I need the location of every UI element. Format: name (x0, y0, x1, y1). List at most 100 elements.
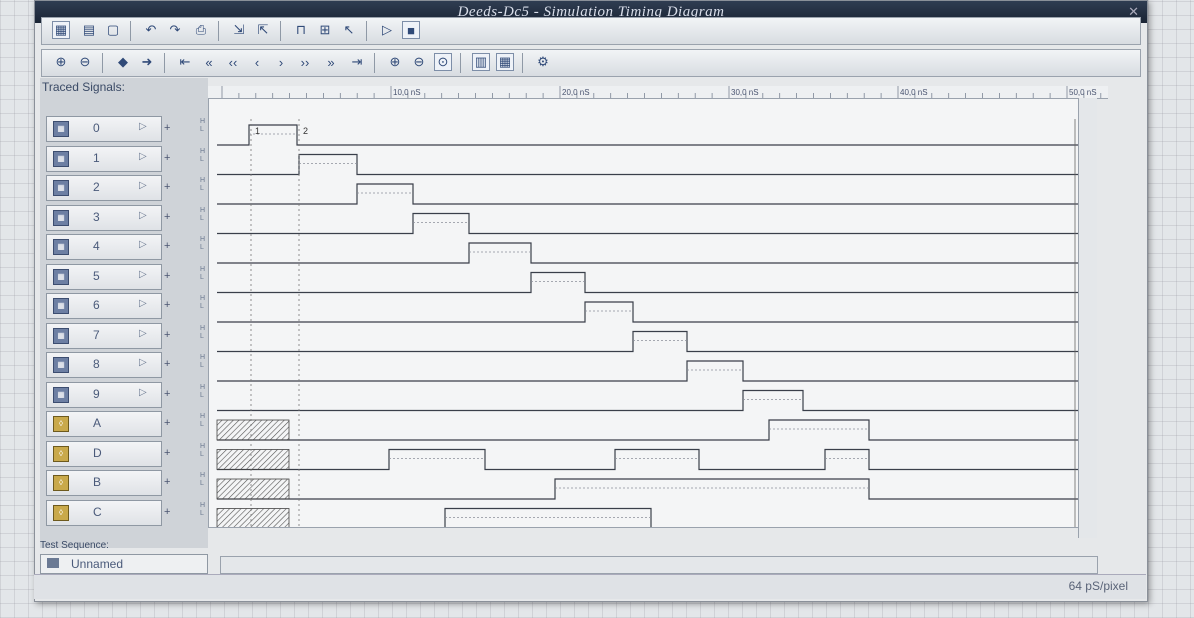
play-signal-icon[interactable]: ▷ (139, 239, 147, 250)
level-labels: HL (200, 384, 205, 400)
signal-row[interactable]: ▦ 1 ▷ (46, 145, 162, 172)
horizontal-scrollbar[interactable] (220, 556, 1098, 574)
grid-icon[interactable]: ▥ (472, 53, 490, 71)
import-icon[interactable]: ⇲ (230, 21, 248, 39)
expand-icon[interactable]: + (164, 299, 170, 311)
signal-name: 9 (93, 386, 100, 401)
stop-icon[interactable]: ■ (402, 21, 420, 39)
step-back-icon[interactable]: ‹ (248, 53, 266, 71)
rewind-icon[interactable]: ‹‹ (224, 53, 242, 71)
play-signal-icon[interactable]: ▷ (139, 269, 147, 280)
level-labels: HL (200, 472, 205, 488)
forward-icon[interactable]: ›› (296, 53, 314, 71)
test-sequence-field[interactable]: Unnamed (40, 554, 208, 574)
level-labels: HL (200, 118, 205, 134)
zoom-out-icon[interactable]: ⊖ (410, 53, 428, 71)
open-icon[interactable]: ▤ (80, 21, 98, 39)
signal-row[interactable]: ▦ 3 ▷ (46, 204, 162, 231)
remove-signal-icon[interactable]: ⊖ (76, 53, 94, 71)
high-label: H (200, 295, 206, 302)
play-signal-icon[interactable]: ▷ (139, 121, 147, 132)
signal-icon[interactable]: ⊓ (292, 21, 310, 39)
zoom-fit-icon[interactable]: ⊙ (434, 53, 452, 71)
level-labels: HL (200, 266, 205, 282)
right-arrow-icon[interactable]: ➜ (138, 53, 156, 71)
signal-row[interactable]: ▦ 9 ▷ (46, 381, 162, 408)
status-bar: 64 pS/pixel (34, 574, 1146, 599)
expand-icon[interactable]: + (164, 181, 170, 193)
signal-row[interactable]: ▦ 5 ▷ (46, 263, 162, 290)
vertical-scrollbar[interactable] (1078, 98, 1097, 538)
last-icon[interactable]: ⇥ (348, 53, 366, 71)
waveform-5 (217, 271, 1079, 294)
signal-row[interactable]: ◊ B (46, 470, 162, 496)
waveform-1 (217, 153, 1079, 176)
signal-row[interactable]: ▦ 7 ▷ (46, 322, 162, 349)
low-label: L (200, 273, 204, 281)
waveform-area[interactable]: 12 (208, 98, 1080, 530)
play-signal-icon[interactable]: ▷ (139, 387, 147, 398)
input-signal-icon: ▦ (53, 386, 69, 403)
signal-row[interactable]: ◊ D (46, 440, 162, 467)
expand-icon[interactable]: + (164, 122, 170, 134)
play-signal-icon[interactable]: ▷ (139, 210, 147, 221)
redo-icon[interactable]: ↷ (166, 21, 184, 39)
signal-row[interactable]: ▦ 4 ▷ (46, 234, 162, 260)
play-signal-icon[interactable]: ▷ (139, 298, 147, 309)
settings-icon[interactable]: ⚙ (534, 53, 552, 71)
expand-icon[interactable]: + (164, 358, 170, 370)
input-signal-icon: ▦ (53, 298, 69, 314)
signal-row[interactable]: ▦ 8 ▷ (46, 352, 162, 378)
traced-signals-label: Traced Signals: (42, 80, 125, 94)
play-signal-icon[interactable]: ▷ (139, 357, 147, 368)
rewind-fast-icon[interactable]: « (200, 53, 218, 71)
step-forward-icon[interactable]: › (272, 53, 290, 71)
expand-icon[interactable]: + (164, 270, 170, 282)
expand-icon[interactable]: + (164, 506, 170, 518)
expand-icon[interactable]: + (164, 476, 170, 488)
signal-row[interactable]: ◊ A (46, 411, 162, 437)
input-signal-icon: ▦ (53, 150, 69, 167)
save-icon[interactable]: ▢ (104, 21, 122, 39)
expand-icon[interactable]: + (164, 329, 170, 341)
signal-name: 7 (93, 327, 100, 342)
export-icon[interactable]: ⇱ (254, 21, 272, 39)
signal-row[interactable]: ▦ 6 ▷ (46, 293, 162, 319)
pointer-icon[interactable]: ↖ (340, 21, 358, 39)
expand-icon[interactable]: + (164, 211, 170, 223)
zoom-in-icon[interactable]: ⊕ (386, 53, 404, 71)
signal-name: 0 (93, 121, 100, 135)
scale-readout: 64 pS/pixel (1068, 579, 1128, 593)
expand-icon[interactable]: + (164, 417, 170, 429)
signal-row[interactable]: ◊ C (46, 499, 162, 526)
new-icon[interactable]: ▦ (52, 21, 70, 39)
waveform-2 (217, 183, 1079, 205)
expand-icon[interactable]: + (164, 388, 170, 400)
undo-icon[interactable]: ↶ (142, 21, 160, 39)
waveform-4 (217, 242, 1079, 264)
signal-row[interactable]: ▦ 2 ▷ (46, 175, 162, 201)
high-label: H (200, 383, 206, 391)
low-label: L (200, 480, 204, 487)
forward-fast-icon[interactable]: » (322, 53, 340, 71)
split-icon[interactable]: ⊞ (316, 21, 334, 39)
play-signal-icon[interactable]: ▷ (139, 328, 147, 339)
expand-icon[interactable]: + (164, 447, 170, 459)
signal-row[interactable]: ▦ 0 ▷ (46, 116, 162, 142)
print-icon[interactable]: ⎙ (192, 21, 210, 39)
add-signal-icon[interactable]: ⊕ (52, 53, 70, 71)
level-labels: HL (200, 148, 205, 164)
signal-name: D (93, 445, 102, 460)
run-icon[interactable]: ▷ (378, 21, 396, 39)
first-icon[interactable]: ⇤ (176, 53, 194, 71)
expand-icon[interactable]: + (164, 152, 170, 164)
output-signal-icon: ◊ (53, 416, 69, 432)
play-signal-icon[interactable]: ▷ (139, 151, 147, 162)
high-label: H (200, 177, 206, 184)
expand-icon[interactable]: + (164, 240, 170, 252)
left-arrow-icon[interactable]: ◆ (114, 53, 132, 71)
grid2-icon[interactable]: ▦ (496, 53, 514, 71)
signal-name: 8 (93, 357, 100, 371)
signal-name: 5 (93, 268, 100, 283)
play-signal-icon[interactable]: ▷ (139, 180, 147, 191)
